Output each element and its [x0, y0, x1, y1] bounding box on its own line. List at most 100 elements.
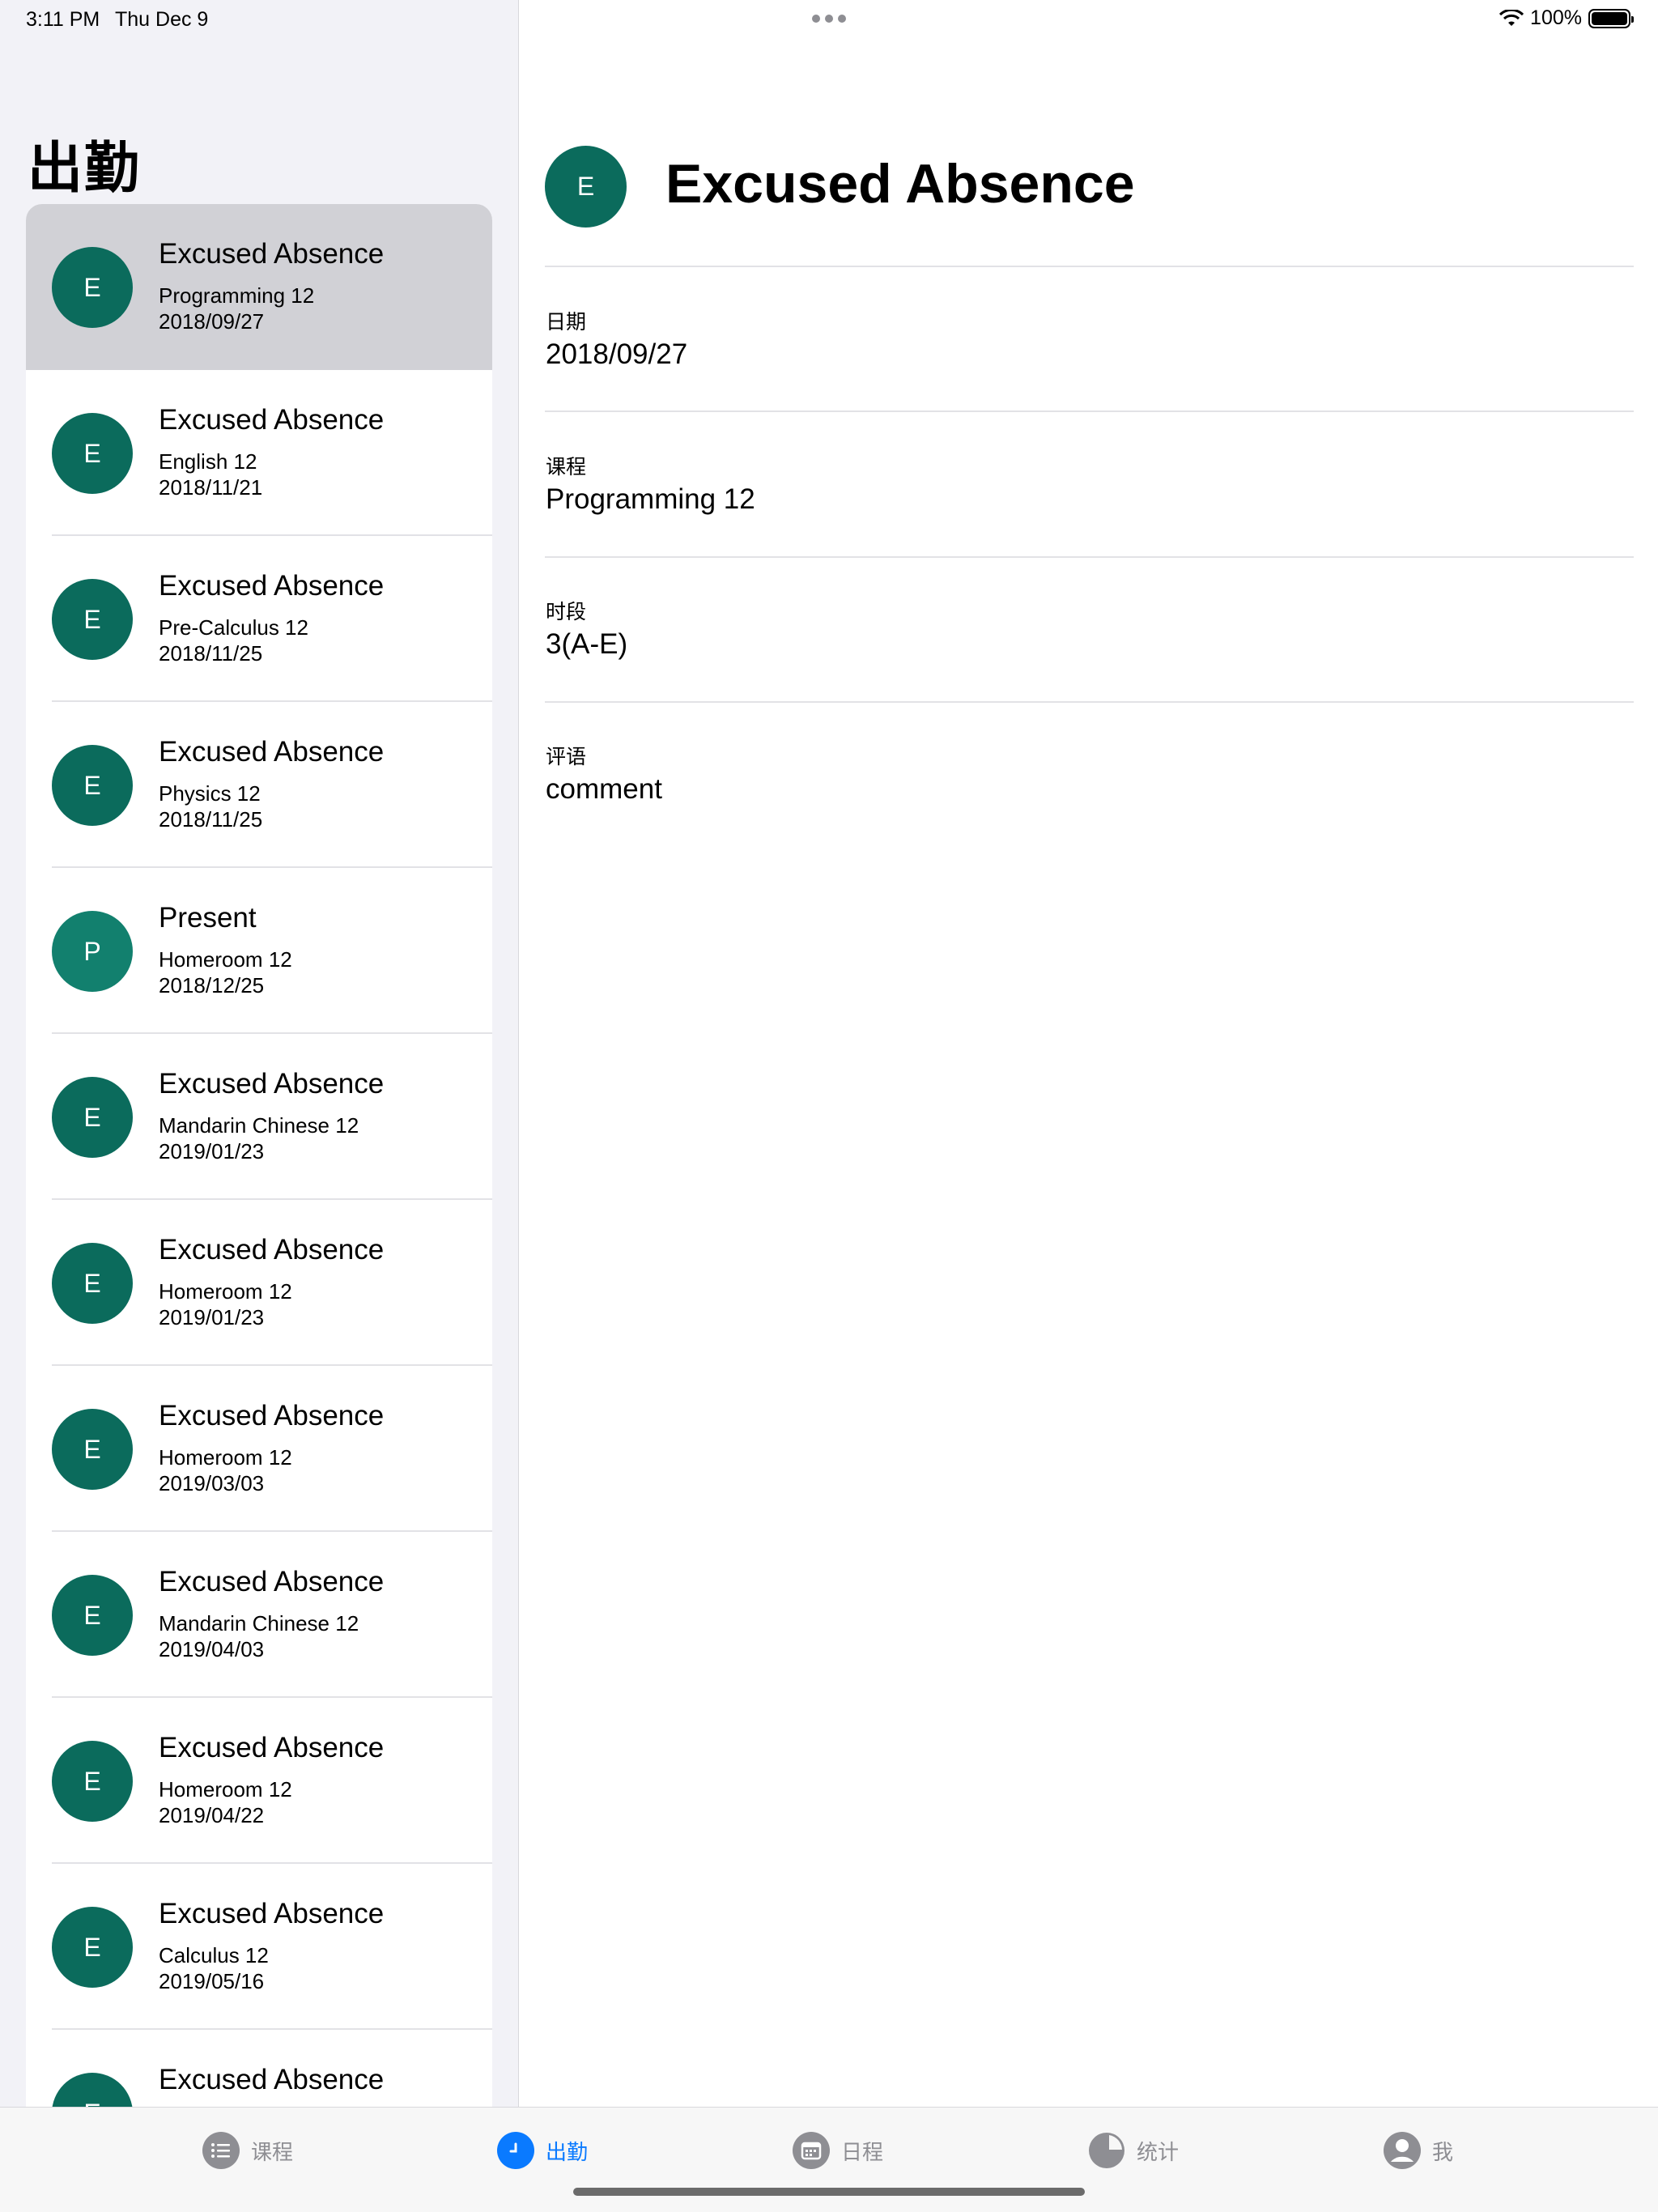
- tab-bar: 课程 出勤 日程 统计 我: [0, 2107, 1658, 2212]
- avatar: E: [52, 1243, 133, 1324]
- divider: [545, 410, 1634, 412]
- list-item[interactable]: E Excused Absence Programming 12 2018/09…: [26, 204, 492, 370]
- list-item-course: Mandarin Chinese 12: [159, 1113, 359, 1138]
- divider: [545, 266, 1634, 267]
- field-value-period: 3(A-E): [546, 628, 628, 660]
- list-item-course: Homeroom 12: [159, 1777, 292, 1802]
- avatar: E: [52, 1575, 133, 1656]
- list-item-date: 2019/04/03: [159, 1637, 265, 1661]
- avatar: E: [52, 1409, 133, 1490]
- list-item[interactable]: E Excused Absence Pre-Calculus 12 2018/1…: [26, 536, 492, 702]
- home-indicator[interactable]: [573, 2188, 1085, 2196]
- avatar: E: [52, 1077, 133, 1158]
- list-item-title: Excused Absence: [159, 736, 385, 768]
- sidebar: 出勤 E Excused Absence Programming 12 2018…: [0, 0, 519, 2107]
- field-label-course: 课程: [546, 455, 587, 479]
- status-indicators: 100%: [1499, 6, 1634, 30]
- list-item-date: 2018/12/25: [159, 973, 265, 998]
- avatar: E: [52, 2073, 133, 2107]
- tab-schedule[interactable]: 日程: [793, 2132, 883, 2169]
- divider: [545, 701, 1634, 703]
- list-item-course: Mandarin Chinese 12: [159, 1611, 359, 1636]
- list-item-title: Excused Absence: [159, 1566, 385, 1597]
- list-item-course: Homeroom 12: [159, 1279, 292, 1304]
- list-item[interactable]: P Present Homeroom 12 2018/12/25: [26, 868, 492, 1034]
- list-icon: [202, 2132, 240, 2169]
- list-item-date: 2018/11/25: [159, 807, 263, 832]
- tab-label: 我: [1432, 2140, 1454, 2165]
- field-label-comment: 评语: [546, 745, 587, 768]
- list-item-course: Physics 12: [159, 781, 261, 806]
- list-item-date: 2019/04/22: [159, 1803, 265, 1827]
- list-item[interactable]: E Excused Absence English 12 2018/11/21: [26, 370, 492, 536]
- list-item-title: Excused Absence: [159, 404, 385, 436]
- list-item[interactable]: E Excused Absence: [26, 2030, 492, 2107]
- list-item-title: Excused Absence: [159, 1234, 385, 1266]
- sidebar-title: 出勤: [28, 137, 142, 201]
- tab-label: 日程: [841, 2140, 884, 2165]
- list-item-title: Excused Absence: [159, 1732, 385, 1763]
- tab-label: 课程: [251, 2140, 294, 2165]
- list-item-title: Excused Absence: [159, 1400, 385, 1431]
- list-item-title: Present: [159, 902, 257, 934]
- avatar: E: [52, 413, 133, 494]
- divider: [545, 556, 1634, 558]
- list-item-title: Excused Absence: [159, 1068, 385, 1100]
- tab-label: 统计: [1137, 2140, 1180, 2165]
- tab-label: 出勤: [546, 2140, 589, 2165]
- list-item[interactable]: E Excused Absence Physics 12 2018/11/25: [26, 702, 492, 868]
- detail-pane: E Excused Absence 日期 2018/09/27 课程 Progr…: [520, 0, 1658, 2107]
- tab-courses[interactable]: 课程: [202, 2132, 293, 2169]
- avatar: E: [52, 1741, 133, 1822]
- field-value-date: 2018/09/27: [546, 338, 688, 370]
- field-label-date: 日期: [546, 310, 587, 334]
- list-item[interactable]: E Excused Absence Calculus 12 2019/05/16: [26, 1864, 492, 2030]
- detail-avatar: E: [545, 146, 627, 228]
- detail-title: Excused Absence: [665, 153, 1135, 215]
- field-label-period: 时段: [546, 600, 587, 623]
- list-item-date: 2018/11/25: [159, 641, 263, 666]
- tab-me[interactable]: 我: [1384, 2132, 1453, 2169]
- avatar: E: [52, 579, 133, 660]
- list-item[interactable]: E Excused Absence Homeroom 12 2019/03/03: [26, 1366, 492, 1532]
- avatar: E: [52, 1907, 133, 1988]
- list-item-course: Calculus 12: [159, 1943, 269, 1967]
- list-item-title: Excused Absence: [159, 570, 385, 602]
- status-date: Thu Dec 9: [115, 8, 209, 31]
- list-item-title: Excused Absence: [159, 1898, 385, 1929]
- list-item[interactable]: E Excused Absence Homeroom 12 2019/04/22: [26, 1698, 492, 1864]
- list-item[interactable]: E Excused Absence Homeroom 12 2019/01/23: [26, 1200, 492, 1366]
- tab-statistics[interactable]: 统计: [1088, 2132, 1179, 2169]
- list-item-course: Programming 12: [159, 283, 315, 308]
- person-icon: [1384, 2132, 1421, 2169]
- battery-icon: [1588, 8, 1634, 28]
- list-item[interactable]: E Excused Absence Mandarin Chinese 12 20…: [26, 1034, 492, 1200]
- avatar: E: [52, 745, 133, 826]
- list-item-title: Excused Absence: [159, 238, 385, 270]
- multitasking-dots-icon[interactable]: [812, 15, 846, 23]
- list-item-date: 2018/11/21: [159, 475, 263, 500]
- clock-icon: [497, 2132, 534, 2169]
- list-item-title: Excused Absence: [159, 2064, 385, 2095]
- field-value-comment: comment: [546, 773, 662, 805]
- list-item-date: 2019/05/16: [159, 1969, 265, 1993]
- wifi-icon: [1499, 9, 1524, 26]
- list-item-course: Pre-Calculus 12: [159, 615, 308, 640]
- list-item-date: 2019/01/23: [159, 1139, 265, 1163]
- calendar-icon: [793, 2132, 830, 2169]
- avatar: E: [52, 247, 133, 328]
- list-item-course: English 12: [159, 449, 257, 474]
- battery-percent: 100%: [1530, 6, 1582, 29]
- status-time: 3:11 PM: [26, 8, 100, 31]
- list-item-date: 2019/01/23: [159, 1305, 265, 1329]
- avatar: P: [52, 911, 133, 992]
- list-item-date: 2019/03/03: [159, 1471, 265, 1495]
- list-item-course: Homeroom 12: [159, 1445, 292, 1470]
- list-item-course: Homeroom 12: [159, 947, 292, 972]
- pie-chart-icon: [1088, 2132, 1125, 2169]
- attendance-list[interactable]: E Excused Absence Programming 12 2018/09…: [26, 204, 492, 2107]
- field-value-course: Programming 12: [546, 483, 755, 515]
- status-bar: 3:11 PM Thu Dec 9 100%: [0, 0, 1658, 39]
- tab-attendance[interactable]: 出勤: [497, 2132, 588, 2169]
- list-item[interactable]: E Excused Absence Mandarin Chinese 12 20…: [26, 1532, 492, 1698]
